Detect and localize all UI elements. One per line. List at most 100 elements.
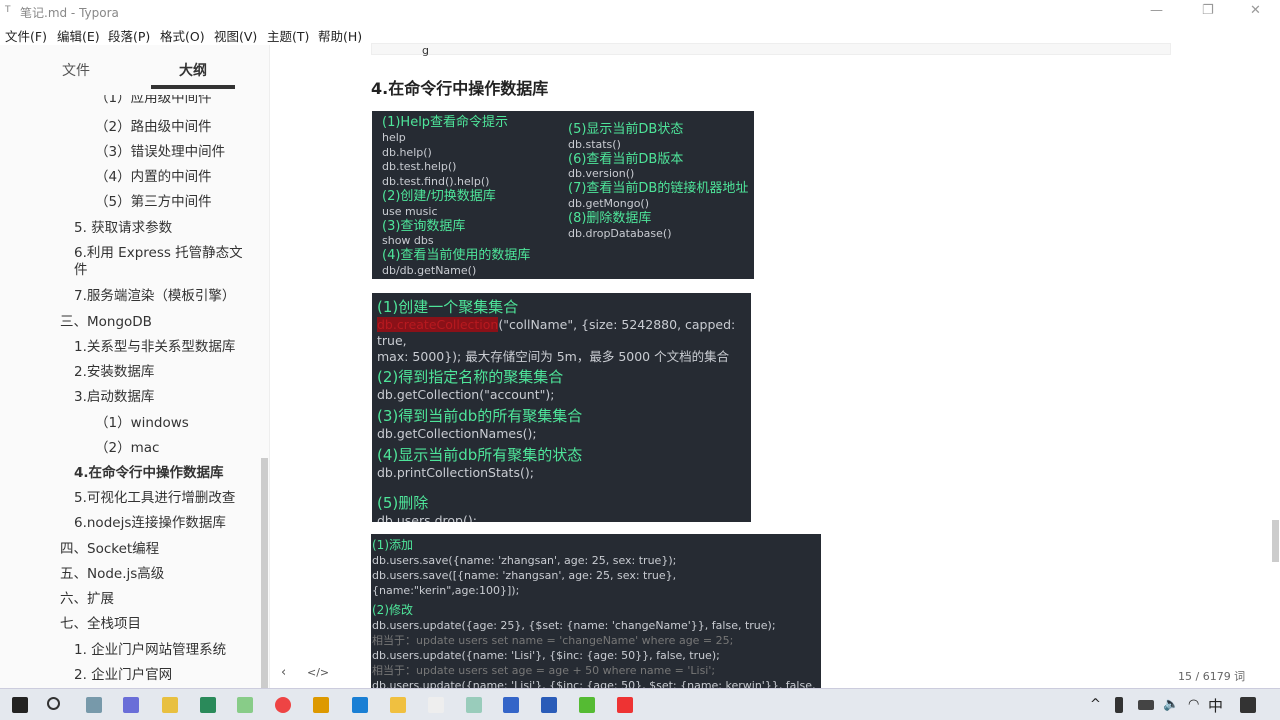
notification-icon[interactable]: [1240, 697, 1256, 713]
tray-expand-icon[interactable]: ^: [1090, 697, 1101, 712]
section-label: (1)创建一个聚集集合: [377, 298, 519, 316]
menu-item[interactable]: 文件(F): [5, 26, 47, 45]
wifi-icon[interactable]: ◠: [1188, 697, 1199, 712]
code-line: db.stats(): [568, 137, 621, 151]
outline-item[interactable]: 件: [74, 258, 88, 278]
code-line: db.version(): [568, 167, 635, 181]
outline-item[interactable]: 七、全栈项目: [60, 612, 141, 632]
app-chart-icon[interactable]: [503, 697, 519, 713]
minimize-button[interactable]: —: [1150, 3, 1163, 18]
sublime-icon[interactable]: [313, 697, 329, 713]
section-label: (5)显示当前DB状态: [568, 122, 684, 137]
outline-item[interactable]: （2）mac: [95, 436, 159, 456]
task-view-icon[interactable]: [86, 697, 102, 713]
powershell-icon[interactable]: [541, 697, 557, 713]
outline-item[interactable]: 六、扩展: [60, 587, 114, 607]
menu-item[interactable]: 主题(T): [267, 26, 309, 45]
app-green-c-icon[interactable]: [579, 697, 595, 713]
window-title: 笔记.md - Typora: [20, 6, 119, 20]
app-weather-icon[interactable]: [162, 697, 178, 713]
menu-item[interactable]: 编辑(E): [57, 26, 100, 45]
outline-item[interactable]: （1）应用级中间件: [95, 95, 212, 107]
outline-item[interactable]: （3）错误处理中间件: [95, 140, 225, 160]
section-label: (1)添加: [372, 538, 413, 552]
outline-item[interactable]: 四、Socket编程: [60, 537, 159, 557]
code-line: db.test.help(): [382, 160, 457, 174]
taskbar: ^ 🔈 ◠ 中: [0, 688, 1280, 720]
outline-item[interactable]: 6.利用 Express 托管静态文: [74, 241, 243, 261]
battery-icon[interactable]: [1138, 700, 1154, 710]
close-button[interactable]: ✕: [1250, 3, 1261, 18]
menu-item[interactable]: 帮助(H): [318, 26, 362, 45]
outline-item[interactable]: 1.关系型与非关系型数据库: [74, 335, 235, 355]
app-red-c-icon[interactable]: [617, 697, 633, 713]
vscode-icon[interactable]: [352, 697, 368, 713]
section-label: (7)查看当前DB的链接机器地址: [568, 181, 749, 197]
sidebar: 文件 大纲 （1）应用级中间件 （2）路由级中间件 （3）错误处理中间件 （4）内置的…: [0, 45, 270, 688]
image-crud-commands: (1)添加 db.users.save({name: 'zhangsan', ag…: [371, 534, 821, 688]
heading: 4.在命令行中操作数据库: [371, 79, 549, 98]
maximize-button[interactable]: ❐: [1202, 3, 1214, 18]
image-collection-commands: (1)创建一个聚集集合 db.createCollection("collNam…: [372, 293, 751, 522]
section-label: (2)修改: [372, 603, 413, 617]
code-line: db.users.drop();: [377, 513, 477, 522]
section-label: (4)查看当前使用的数据库: [382, 248, 531, 264]
typora-app-icon: T: [5, 5, 11, 15]
title-bar: T 笔记.md - Typora — ❐ ✕: [0, 0, 1280, 23]
tab-outline[interactable]: 大纲: [179, 60, 207, 80]
section-label: (1)Help查看命令提示: [382, 115, 509, 130]
app-android-icon[interactable]: [237, 697, 253, 713]
section-label: (3)查询数据库: [382, 218, 466, 234]
code-line: db.users.update({name: 'Lisi'}, {$inc: {…: [372, 679, 816, 688]
editor[interactable]: g 4.在命令行中操作数据库 (1)Help查看命令提示 help db.help(…: [271, 43, 1280, 688]
tab-files[interactable]: 文件: [62, 60, 90, 80]
microphone-icon[interactable]: [1115, 697, 1123, 713]
outline-item[interactable]: （2）路由级中间件: [95, 115, 212, 135]
typora-icon[interactable]: [428, 697, 444, 713]
code-line: db.help(): [382, 145, 432, 159]
app-icon[interactable]: [466, 697, 482, 713]
editor-scrollbar[interactable]: [1272, 520, 1279, 562]
outline-item[interactable]: 2. 企业门户官网: [74, 663, 172, 683]
menu-item[interactable]: 视图(V): [214, 26, 257, 45]
menu-item[interactable]: 格式(O): [160, 26, 205, 45]
sidebar-scrollbar[interactable]: [261, 458, 268, 688]
word-count[interactable]: 15 / 6179 词: [1178, 668, 1245, 684]
code-line: db.users.update({age: 25}, {$set: {name:…: [372, 619, 776, 632]
outline-item[interactable]: 4.在命令行中操作数据库: [74, 461, 224, 481]
outline-item[interactable]: 6.nodejs连接操作数据库: [74, 511, 226, 531]
code-line: db.users.update({name: 'Lisi'}, {$inc: {…: [372, 649, 720, 662]
outline-item[interactable]: （5）第三方中间件: [95, 190, 212, 210]
outline-item[interactable]: 2.安装数据库: [74, 360, 154, 380]
outline-item[interactable]: 1. 企业门户网站管理系统: [74, 638, 226, 658]
outline-item[interactable]: 3.启动数据库: [74, 385, 154, 405]
search-icon[interactable]: [47, 697, 60, 710]
outline-item[interactable]: 7.服务端渲染（模板引擎）: [74, 284, 235, 304]
outline-item[interactable]: 5.可视化工具进行增删改查: [74, 486, 235, 506]
volume-icon[interactable]: 🔈: [1163, 697, 1179, 712]
outline-item[interactable]: 5. 获取请求参数: [74, 216, 172, 236]
code-line: db.printCollectionStats();: [377, 465, 534, 480]
menu-item[interactable]: 段落(P): [108, 26, 150, 45]
code-line: db.createCollection("collName", {size: 5…: [377, 317, 736, 348]
app-notes-icon[interactable]: [200, 697, 216, 713]
code-line: db.getMongo(): [568, 196, 650, 210]
outline-item[interactable]: 三、MongoDB: [60, 310, 152, 330]
code-line: db.users.save({name: 'zhangsan', age: 25…: [372, 554, 677, 567]
start-icon[interactable]: [12, 697, 28, 713]
code-line: show dbs: [382, 234, 434, 248]
code-line: db.dropDatabase(): [568, 226, 672, 240]
outline-item[interactable]: 五、Node.js高级: [60, 562, 164, 582]
section-label: (8)删除数据库: [568, 210, 652, 226]
code-line: help: [382, 130, 406, 144]
file-explorer-icon[interactable]: [390, 697, 406, 713]
chrome-icon[interactable]: [275, 697, 291, 713]
code-line: db.test.find().help(): [382, 175, 490, 189]
code-line: 相当于：update users set name = 'changeName'…: [372, 634, 734, 647]
outline-item[interactable]: （1）windows: [95, 411, 189, 431]
section-label: (6)查看当前DB版本: [568, 151, 684, 167]
ime-indicator[interactable]: 中: [1208, 695, 1223, 716]
code-line: db.users.save([{name: 'zhangsan', age: 2…: [372, 569, 677, 597]
outline-item[interactable]: （4）内置的中间件: [95, 165, 212, 185]
app-p-icon[interactable]: [123, 697, 139, 713]
